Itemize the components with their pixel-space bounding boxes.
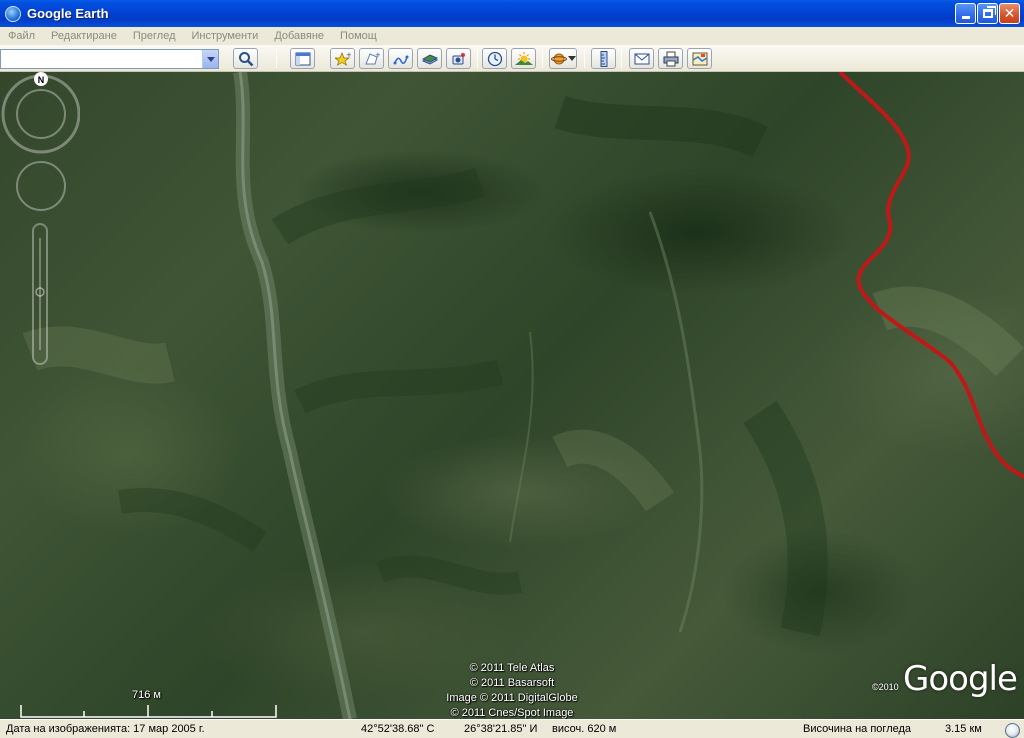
minimize-button[interactable]	[955, 3, 976, 24]
print-button[interactable]	[658, 48, 683, 69]
ruler-button[interactable]	[591, 48, 616, 69]
copyright-digitalglobe: Image © 2011 DigitalGlobe	[446, 692, 578, 704]
historical-imagery-button[interactable]	[482, 48, 507, 69]
minimize-icon	[961, 16, 970, 19]
window-title: Google Earth	[27, 6, 109, 21]
path-icon	[393, 55, 408, 64]
north-indicator[interactable]: N	[34, 72, 48, 86]
close-button[interactable]: ✕	[999, 3, 1020, 24]
placemark-icon: +	[334, 51, 351, 66]
road-line	[838, 72, 1024, 479]
scale-legend: 716 м	[20, 689, 277, 719]
elevation-readout: височ. 620 м	[552, 723, 617, 735]
menu-add[interactable]: Добавяне	[266, 30, 332, 42]
menu-tools[interactable]: Инструменти	[183, 30, 266, 42]
google-earth-globe-icon	[5, 5, 21, 22]
copyright-basarsoft: © 2011 Basarsoft	[469, 677, 555, 689]
search-combobox[interactable]	[0, 49, 219, 69]
map-viewport[interactable]: N © 2011 Tele Atlas © 2011 Basarsoft Ima…	[0, 72, 1024, 719]
search-button[interactable]	[233, 48, 258, 69]
eye-altitude-label: Височина на погледа	[803, 723, 912, 735]
image-overlay-icon	[421, 53, 438, 65]
zoom-slider[interactable]	[32, 223, 48, 365]
menu-edit[interactable]: Редактиране	[43, 30, 125, 42]
north-label: N	[38, 75, 45, 85]
historical-imagery-icon	[487, 51, 502, 66]
move-joystick[interactable]	[16, 161, 66, 211]
svg-text:+: +	[346, 51, 351, 59]
logo-year: ©2010	[872, 682, 899, 692]
view-in-maps-icon	[692, 52, 707, 65]
add-path-button[interactable]	[388, 48, 413, 69]
email-button[interactable]	[629, 48, 654, 69]
menu-view[interactable]: Преглед	[125, 30, 184, 42]
email-icon	[634, 53, 649, 64]
menu-bar: Файл Редактиране Преглед Инструменти Доб…	[0, 27, 1024, 45]
close-icon: ✕	[1003, 5, 1016, 22]
latitude-readout: 42°52'38.68" С	[361, 723, 435, 735]
streaming-status-icon	[1005, 723, 1020, 738]
search-dropdown-button[interactable]	[202, 50, 218, 68]
print-icon	[663, 51, 678, 66]
longitude-readout: 26°38'21.85" И	[464, 723, 538, 735]
restore-icon	[982, 6, 996, 18]
scale-bar	[20, 705, 277, 718]
planets-button[interactable]	[549, 48, 577, 69]
navigation-controls[interactable]: N	[0, 72, 80, 372]
copyright-tele-atlas: © 2011 Tele Atlas	[469, 662, 555, 674]
svg-text:+: +	[375, 51, 380, 59]
search-icon	[238, 51, 253, 66]
toolbar: + +	[0, 45, 1024, 72]
terrain-overlay	[22, 72, 1024, 719]
imagery-date: Дата на изображенията: 17 мар 2005 г.	[6, 723, 205, 735]
polygon-icon: +	[364, 51, 380, 64]
chevron-down-icon	[567, 56, 576, 61]
restore-button[interactable]	[977, 3, 998, 24]
record-tour-icon	[452, 52, 465, 64]
add-image-overlay-button[interactable]	[417, 48, 442, 69]
menu-file[interactable]: Файл	[0, 30, 43, 42]
record-tour-button[interactable]	[446, 48, 471, 69]
menu-help[interactable]: Помощ	[332, 30, 385, 42]
add-polygon-button[interactable]: +	[359, 48, 384, 69]
status-bar: Дата на изображенията: 17 мар 2005 г. 42…	[0, 719, 1024, 738]
sunlight-icon	[514, 51, 533, 65]
copyright-cnes-spot: © 2011 Cnes/Spot Image	[450, 707, 574, 719]
chevron-down-icon	[206, 56, 215, 62]
search-input[interactable]	[1, 50, 199, 68]
ruler-icon	[600, 50, 607, 67]
google-logo: Google	[903, 659, 1018, 699]
sidebar-toggle-icon	[295, 52, 310, 65]
sidebar-toggle-button[interactable]	[290, 48, 315, 69]
eye-altitude-value: 3.15 км	[945, 723, 982, 735]
view-in-maps-button[interactable]	[687, 48, 712, 69]
look-joystick[interactable]	[1, 74, 80, 154]
sunlight-button[interactable]	[511, 48, 536, 69]
title-bar: Google Earth ✕	[0, 0, 1024, 27]
add-placemark-button[interactable]: +	[330, 48, 355, 69]
planets-icon	[550, 53, 567, 64]
